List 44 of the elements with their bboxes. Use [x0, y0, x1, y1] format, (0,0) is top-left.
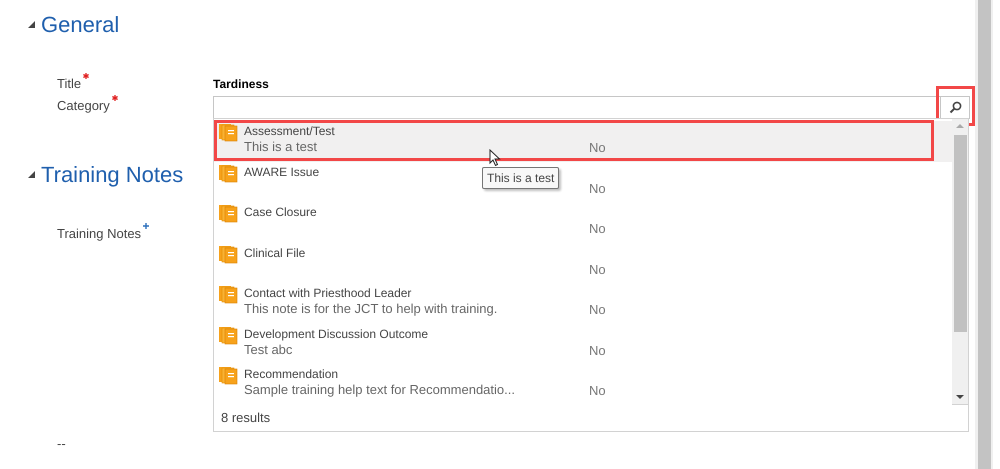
result-title: Clinical File [244, 246, 306, 260]
field-label: Category [57, 97, 110, 115]
tooltip: This is a test [482, 167, 560, 189]
result-value: No [589, 302, 606, 318]
book-stack-icon [219, 164, 238, 182]
result-count: 8 results [221, 409, 270, 428]
result-value: No [589, 383, 606, 399]
result-title: Case Closure [244, 205, 317, 220]
result-title: Contact with Priesthood Leader [244, 286, 412, 301]
field-value: Tardiness [213, 76, 270, 93]
result-description: Sample training help text for Recommendatio... [244, 382, 515, 397]
result-value: No [589, 262, 606, 278]
field-label: Training Notes [57, 225, 142, 243]
result-value: No [589, 342, 606, 358]
result-description: This is a test [244, 139, 317, 154]
collapse-triangle-icon[interactable] [28, 170, 35, 178]
field-label: Title [57, 75, 82, 93]
collapse-triangle-icon[interactable] [28, 20, 35, 28]
book-stack-icon [219, 326, 238, 344]
book-stack-icon [219, 246, 238, 264]
result-description: Test abc [244, 342, 292, 356]
result-value: No [589, 221, 606, 237]
result-title: AWARE Issue [244, 164, 320, 180]
section-heading: Training Notes [41, 160, 184, 189]
result-title: Assessment/Test [244, 124, 335, 139]
result-row[interactable]: Recommendation Sample training help text for Recommendatio... No [214, 364, 952, 404]
page-scrollbar[interactable] [975, 0, 993, 469]
result-title: Recommendation [244, 367, 338, 382]
category-field[interactable] [213, 96, 970, 119]
scroll-down-icon[interactable] [956, 393, 964, 401]
cursor-icon [489, 149, 501, 167]
search-icon [948, 101, 962, 114]
book-stack-icon [219, 367, 238, 385]
footer-text: -- [57, 436, 66, 450]
scrollbar[interactable] [952, 119, 968, 404]
book-stack-icon [219, 286, 238, 304]
result-value: No [589, 180, 606, 196]
book-stack-icon [219, 205, 238, 223]
result-value: No [589, 140, 606, 156]
section-heading: General [41, 10, 120, 38]
result-title: Development Discussion Outcome [244, 326, 428, 342]
result-description: This note is for the JCT to help with training. [244, 301, 498, 316]
book-stack-icon [219, 124, 238, 142]
result-row[interactable]: Assessment/Test This is a test No [214, 121, 952, 162]
